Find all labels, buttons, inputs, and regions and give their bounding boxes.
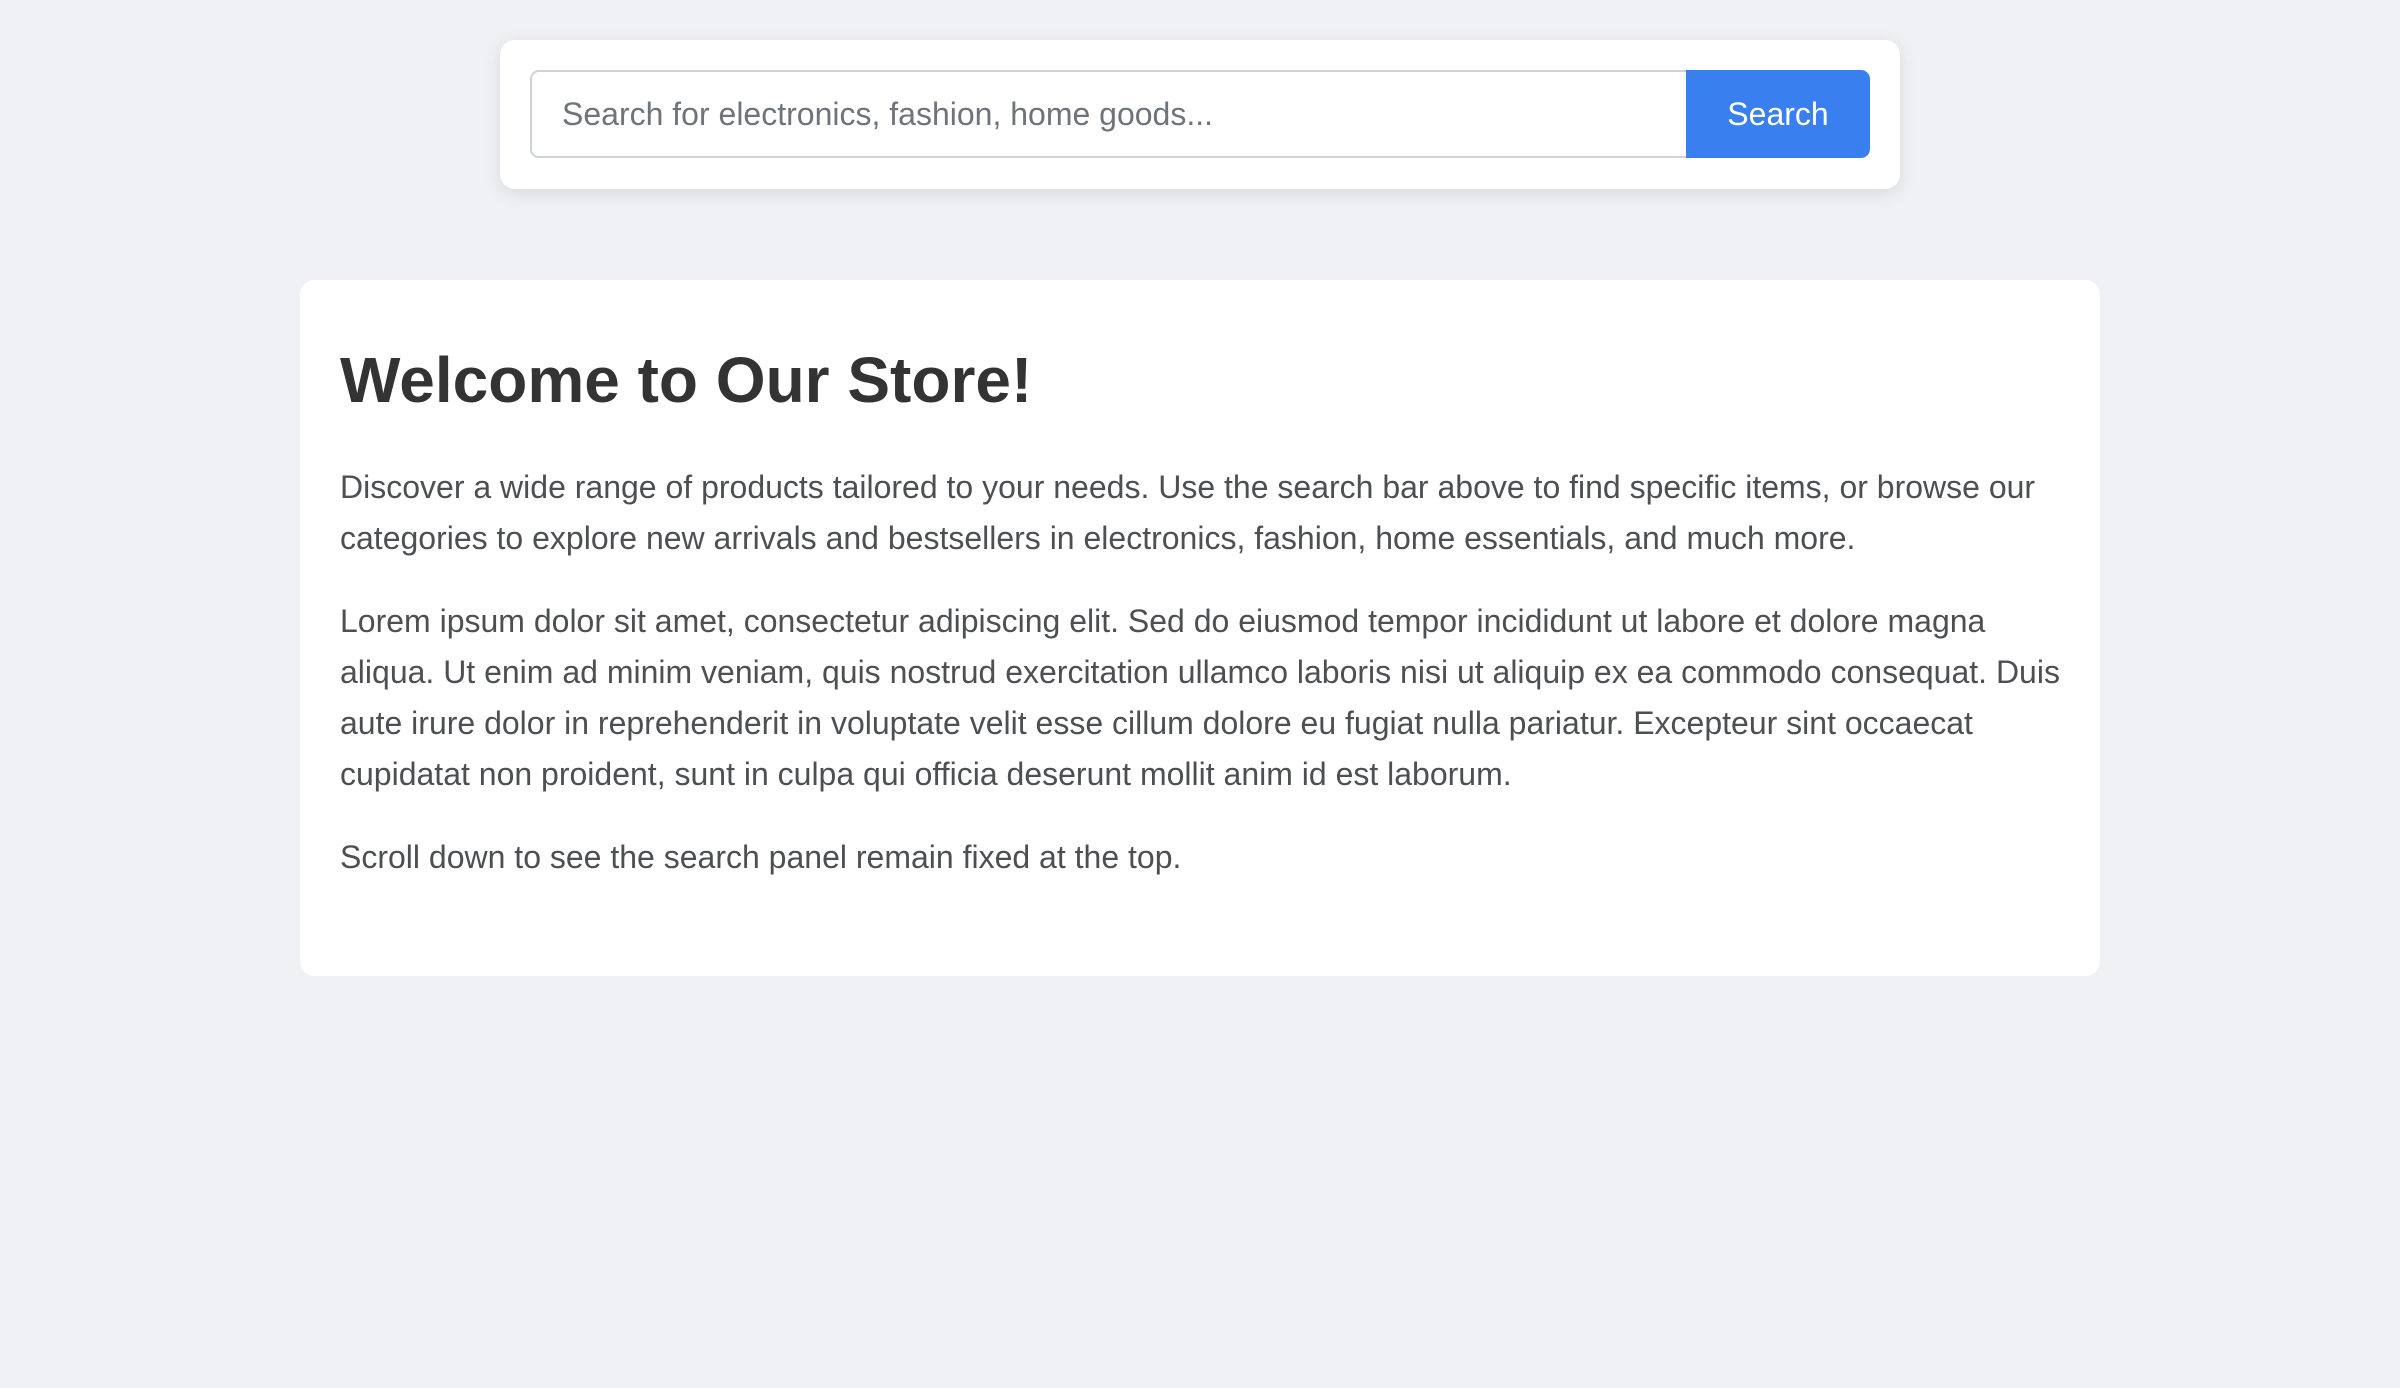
search-input[interactable]: [530, 70, 1686, 158]
page-title: Welcome to Our Store!: [340, 344, 1033, 416]
search-panel: Search: [500, 40, 1900, 189]
lorem-paragraph: Lorem ipsum dolor sit amet, consectetur …: [340, 602, 2060, 792]
search-button[interactable]: Search: [1686, 70, 1870, 158]
intro-paragraph: Discover a wide range of products tailor…: [340, 468, 2036, 556]
content-card: Welcome to Our Store! Discover a wide ra…: [300, 280, 2100, 976]
scroll-hint-paragraph: Scroll down to see the search panel rema…: [340, 838, 1182, 875]
